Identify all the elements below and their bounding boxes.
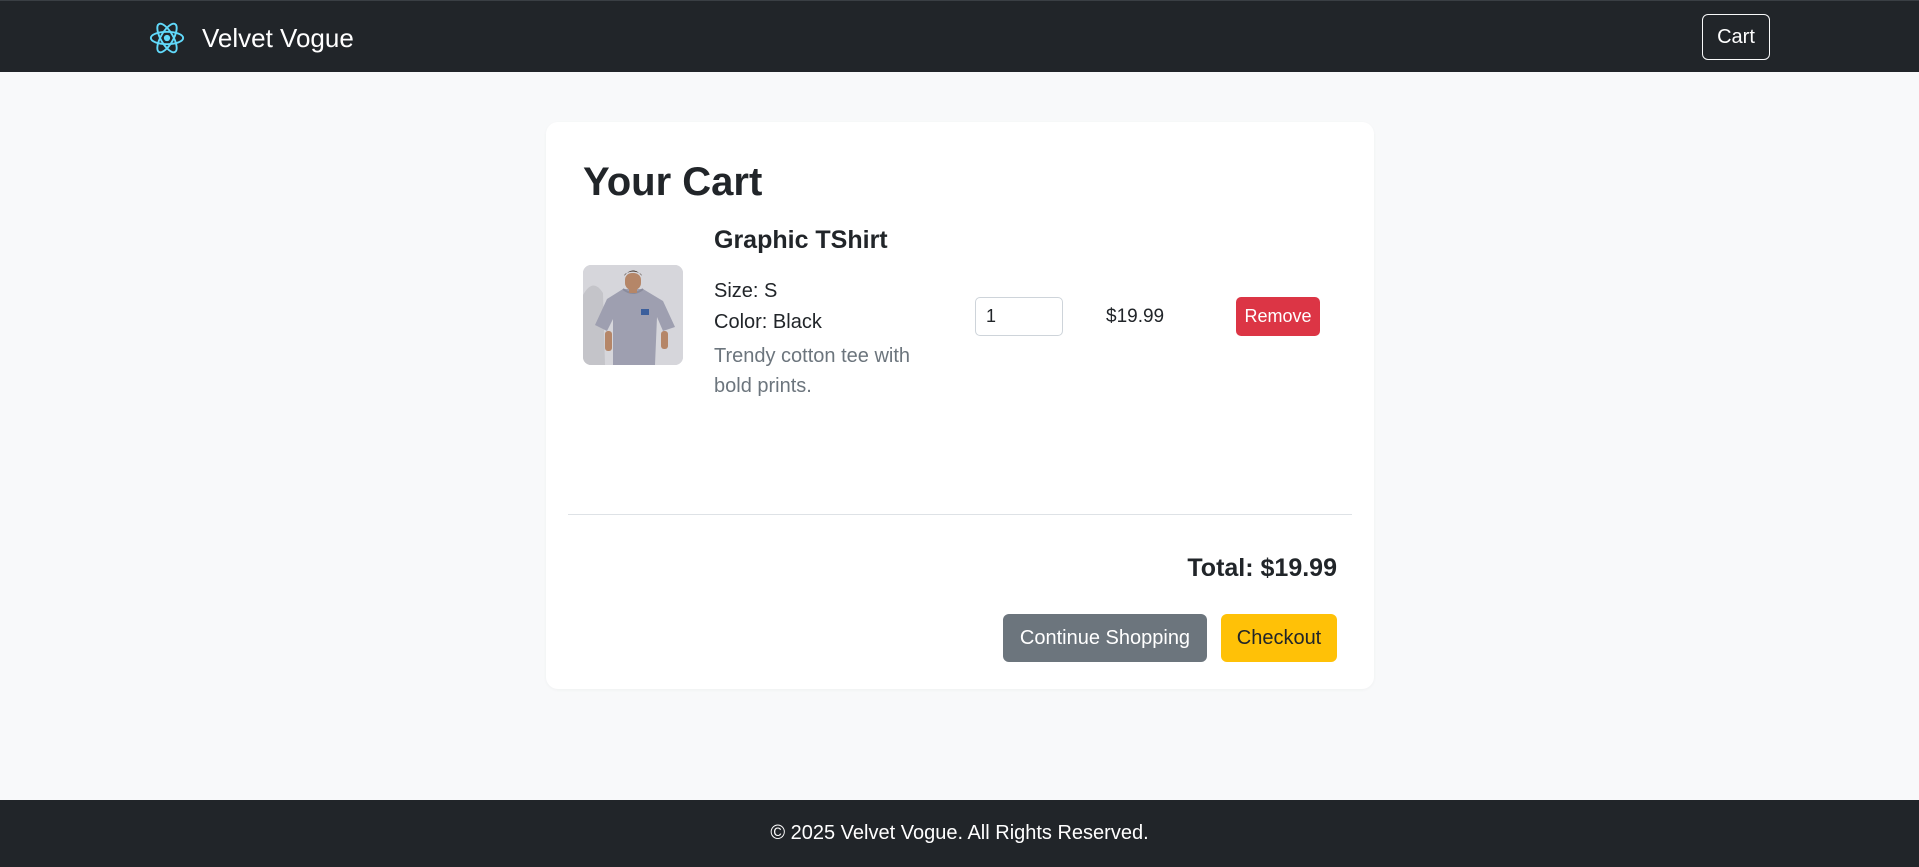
product-color: Color: Black [714,311,822,333]
continue-shopping-button[interactable]: Continue Shopping [1003,614,1207,662]
divider [568,514,1352,515]
product-size: Size: S [714,280,778,302]
cart-card: Your Cart Graphic TShirt Size: S Color: … [546,122,1374,689]
page-title: Your Cart [583,160,763,204]
quantity-input[interactable] [975,297,1063,336]
checkout-button[interactable]: Checkout [1221,614,1337,662]
navbar: Velvet Vogue Cart [0,0,1919,72]
remove-button[interactable]: Remove [1236,297,1320,336]
cart-button[interactable]: Cart [1702,14,1770,60]
brand-name: Velvet Vogue [202,22,354,53]
react-atom-icon [148,19,186,57]
footer: © 2025 Velvet Vogue. All Rights Reserved… [0,800,1919,867]
cart-total: Total: $19.99 [1187,554,1337,582]
product-name: Graphic TShirt [714,226,888,254]
brand-link[interactable]: Velvet Vogue [148,21,354,55]
footer-copyright: © 2025 Velvet Vogue. All Rights Reserved… [770,822,1149,844]
product-description: Trendy cotton tee with bold prints. [714,345,911,397]
product-image [583,265,683,365]
cart-item: Graphic TShirt Size: S Color: Black Tren… [546,220,1374,662]
product-price: $19.99 [1106,306,1165,327]
